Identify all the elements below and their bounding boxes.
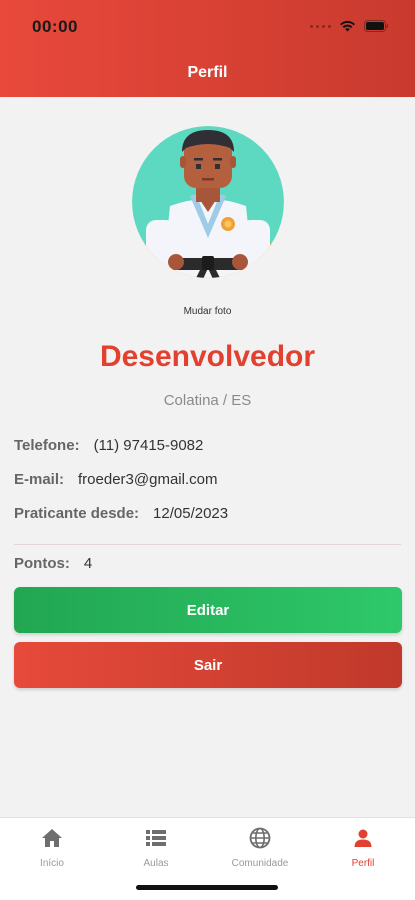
tab-aulas[interactable]: Aulas [104, 826, 208, 869]
tab-label: Aulas [143, 858, 169, 869]
status-bar: 00:00 [0, 16, 415, 38]
tab-perfil[interactable]: Perfil [311, 826, 415, 869]
home-icon [0, 826, 104, 850]
page-title: Perfil [187, 64, 228, 81]
phone-row: Telefone: (11) 97415-9082 [14, 437, 203, 454]
user-location: Colatina / ES [163, 392, 252, 409]
tab-label: Perfil [351, 858, 375, 869]
phone-value: (11) 97415-9082 [93, 437, 204, 454]
since-row: Praticante desde: 12/05/2023 [14, 505, 228, 522]
change-photo-link[interactable]: Mudar foto [0, 306, 415, 317]
signal-icon [310, 24, 331, 28]
status-icons [310, 20, 389, 32]
user-name: Desenvolvedor [99, 340, 316, 373]
wifi-icon [339, 20, 356, 32]
email-value: froeder3@gmail.com [78, 471, 218, 488]
email-label: E-mail: [14, 471, 65, 488]
edit-button[interactable]: Editar [14, 587, 402, 633]
phone-label: Telefone: [14, 437, 80, 454]
avatar[interactable] [132, 126, 284, 278]
battery-icon [364, 20, 389, 32]
tab-label: Comunidade [231, 858, 289, 869]
points-value: 4 [83, 555, 93, 572]
points-row: Pontos: 4 [14, 555, 92, 572]
app-header: 00:00 Perfil [0, 0, 415, 97]
tab-comunidade[interactable]: Comunidade [208, 826, 312, 869]
list-icon [104, 826, 208, 850]
points-label: Pontos: [14, 555, 70, 572]
user-icon [311, 826, 415, 850]
globe-icon [208, 826, 312, 850]
since-value: 12/05/2023 [153, 505, 229, 522]
since-label: Praticante desde: [14, 505, 140, 522]
logout-button[interactable]: Sair [14, 642, 402, 688]
status-time: 00:00 [32, 17, 78, 36]
tab-label: Início [40, 858, 64, 869]
email-row: E-mail: froeder3@gmail.com [14, 471, 217, 488]
home-indicator [136, 885, 278, 890]
divider [14, 544, 401, 545]
tab-inicio[interactable]: Início [0, 826, 104, 869]
